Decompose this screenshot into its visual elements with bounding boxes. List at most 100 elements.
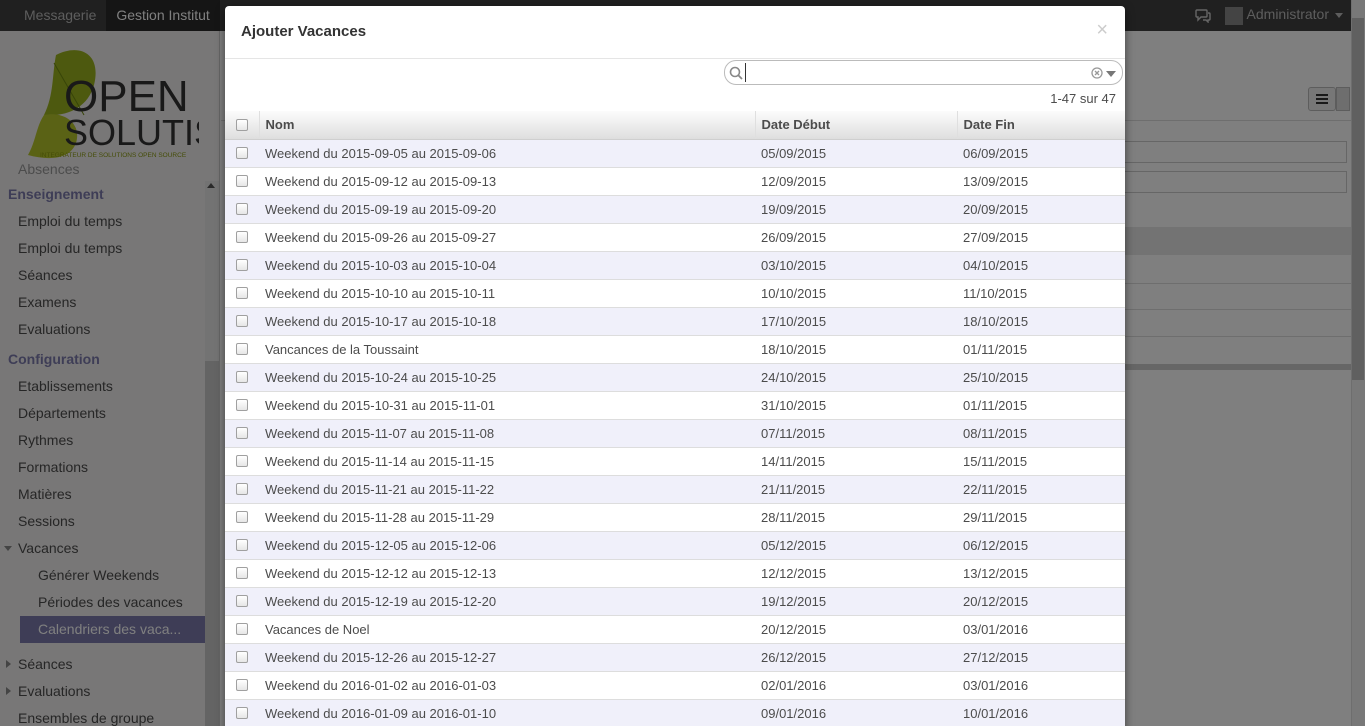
select-all-checkbox[interactable]	[235, 118, 248, 131]
row-checkbox[interactable]	[236, 147, 248, 159]
table-row[interactable]: Weekend du 2015-09-12 au 2015-09-13 12/09…	[225, 166, 1125, 195]
cell-date-debut: 12/12/2015	[755, 558, 957, 587]
row-select-cell	[225, 138, 259, 167]
select-all-cell	[225, 111, 259, 140]
cell-date-debut: 14/11/2015	[755, 446, 957, 475]
cell-date-debut: 26/12/2015	[755, 642, 957, 671]
table-row[interactable]: Weekend du 2015-11-21 au 2015-11-22 21/11…	[225, 474, 1125, 503]
cell-nom: Weekend du 2015-11-14 au 2015-11-15	[259, 446, 755, 475]
cell-nom: Weekend du 2015-12-26 au 2015-12-27	[259, 642, 755, 671]
cell-date-debut: 12/09/2015	[755, 166, 957, 195]
table-row[interactable]: Weekend du 2015-09-19 au 2015-09-20 19/09…	[225, 194, 1125, 223]
row-select-cell	[225, 278, 259, 307]
cell-nom: Weekend du 2015-12-05 au 2015-12-06	[259, 530, 755, 559]
table-row[interactable]: Weekend du 2015-10-31 au 2015-11-01 31/10…	[225, 390, 1125, 419]
row-checkbox[interactable]	[236, 651, 248, 663]
cell-date-debut: 28/11/2015	[755, 502, 957, 531]
cell-date-debut: 05/09/2015	[755, 138, 957, 167]
row-select-cell	[225, 446, 259, 475]
vacances-table: Nom Date Début Date Fin Weekend du 2015-…	[225, 111, 1125, 726]
table-row[interactable]: Weekend du 2015-12-26 au 2015-12-27 26/12…	[225, 642, 1125, 671]
table-row[interactable]: Weekend du 2015-10-10 au 2015-10-11 10/10…	[225, 278, 1125, 307]
cell-date-debut: 17/10/2015	[755, 306, 957, 335]
cell-nom: Weekend du 2015-10-03 au 2015-10-04	[259, 250, 755, 279]
cell-nom: Weekend du 2015-10-17 au 2015-10-18	[259, 306, 755, 335]
cell-nom: Weekend du 2016-01-09 au 2016-01-10	[259, 698, 755, 726]
row-checkbox[interactable]	[236, 511, 248, 523]
cell-date-fin: 06/12/2015	[957, 530, 1125, 559]
table-row[interactable]: Weekend du 2016-01-09 au 2016-01-10 09/01…	[225, 698, 1125, 726]
row-checkbox[interactable]	[236, 539, 248, 551]
modal-header: Ajouter Vacances ×	[225, 6, 1125, 59]
table-row[interactable]: Weekend du 2015-09-05 au 2015-09-06 05/09…	[225, 138, 1125, 167]
table-row[interactable]: Weekend du 2015-10-17 au 2015-10-18 17/10…	[225, 306, 1125, 335]
cell-date-fin: 04/10/2015	[957, 250, 1125, 279]
cell-nom: Weekend du 2015-09-26 au 2015-09-27	[259, 222, 755, 251]
row-select-cell	[225, 166, 259, 195]
row-checkbox[interactable]	[236, 259, 248, 271]
cell-date-debut: 19/12/2015	[755, 586, 957, 615]
modal-title: Ajouter Vacances	[241, 23, 367, 40]
table-row[interactable]: Weekend du 2015-10-24 au 2015-10-25 24/10…	[225, 362, 1125, 391]
row-checkbox[interactable]	[236, 371, 248, 383]
table-row[interactable]: Weekend du 2015-11-07 au 2015-11-08 07/11…	[225, 418, 1125, 447]
row-checkbox[interactable]	[236, 427, 248, 439]
row-checkbox[interactable]	[236, 287, 248, 299]
column-header-date-fin[interactable]: Date Fin	[956, 111, 1125, 140]
row-select-cell	[225, 194, 259, 223]
search-input[interactable]	[745, 63, 1075, 82]
table-header-row: Nom Date Début Date Fin	[225, 111, 1125, 140]
table-row[interactable]: Weekend du 2015-09-26 au 2015-09-27 26/09…	[225, 222, 1125, 251]
row-checkbox[interactable]	[236, 231, 248, 243]
clear-search-icon[interactable]	[1091, 67, 1103, 79]
row-select-cell	[225, 642, 259, 671]
cell-date-debut: 31/10/2015	[755, 390, 957, 419]
row-checkbox[interactable]	[236, 567, 248, 579]
table-row[interactable]: Weekend du 2016-01-02 au 2016-01-03 02/01…	[225, 670, 1125, 699]
table-row[interactable]: Weekend du 2015-12-12 au 2015-12-13 12/12…	[225, 558, 1125, 587]
row-select-cell	[225, 614, 259, 643]
table-row[interactable]: Vacances de Noel 20/12/2015 03/01/2016	[225, 614, 1125, 643]
column-header-nom[interactable]: Nom	[258, 111, 755, 140]
table-body: Weekend du 2015-09-05 au 2015-09-06 05/09…	[225, 138, 1125, 726]
table-row[interactable]: Weekend du 2015-12-05 au 2015-12-06 05/12…	[225, 530, 1125, 559]
row-checkbox[interactable]	[236, 707, 248, 720]
table-row[interactable]: Weekend du 2015-10-03 au 2015-10-04 03/10…	[225, 250, 1125, 279]
row-checkbox[interactable]	[236, 595, 248, 607]
cell-date-fin: 03/01/2016	[957, 614, 1125, 643]
cell-date-fin: 01/11/2015	[957, 334, 1125, 363]
cell-date-fin: 29/11/2015	[957, 502, 1125, 531]
cell-date-fin: 06/09/2015	[957, 138, 1125, 167]
table-row[interactable]: Vancances de la Toussaint 18/10/2015 01/11…	[225, 334, 1125, 363]
cell-date-fin: 18/10/2015	[957, 306, 1125, 335]
cell-date-debut: 19/09/2015	[755, 194, 957, 223]
row-checkbox[interactable]	[236, 455, 248, 467]
column-header-date-debut[interactable]: Date Début	[754, 111, 957, 140]
cell-date-debut: 21/11/2015	[755, 474, 957, 503]
row-checkbox[interactable]	[236, 623, 248, 635]
cell-date-debut: 02/01/2016	[755, 670, 957, 699]
cell-date-debut: 05/12/2015	[755, 530, 957, 559]
row-select-cell	[225, 586, 259, 615]
row-checkbox[interactable]	[236, 315, 248, 327]
row-checkbox[interactable]	[236, 399, 248, 411]
search-box[interactable]	[724, 60, 1123, 85]
cell-date-debut: 20/12/2015	[755, 614, 957, 643]
search-options-dropdown-icon[interactable]	[1106, 71, 1116, 77]
cell-date-debut: 26/09/2015	[755, 222, 957, 251]
row-select-cell	[225, 502, 259, 531]
table-row[interactable]: Weekend du 2015-11-14 au 2015-11-15 14/11…	[225, 446, 1125, 475]
row-checkbox[interactable]	[236, 343, 248, 355]
table-row[interactable]: Weekend du 2015-12-19 au 2015-12-20 19/12…	[225, 586, 1125, 615]
row-checkbox[interactable]	[236, 203, 248, 215]
cell-nom: Weekend du 2015-09-19 au 2015-09-20	[259, 194, 755, 223]
row-checkbox[interactable]	[236, 175, 248, 187]
close-button[interactable]: ×	[1096, 20, 1108, 40]
pager-counter[interactable]: 1-47 sur 47	[1050, 91, 1116, 106]
table-row[interactable]: Weekend du 2015-11-28 au 2015-11-29 28/11…	[225, 502, 1125, 531]
cell-nom: Weekend du 2015-09-05 au 2015-09-06	[259, 138, 755, 167]
row-checkbox[interactable]	[236, 679, 248, 691]
row-checkbox[interactable]	[236, 483, 248, 495]
cell-date-debut: 07/11/2015	[755, 418, 957, 447]
cell-nom: Weekend du 2015-11-28 au 2015-11-29	[259, 502, 755, 531]
